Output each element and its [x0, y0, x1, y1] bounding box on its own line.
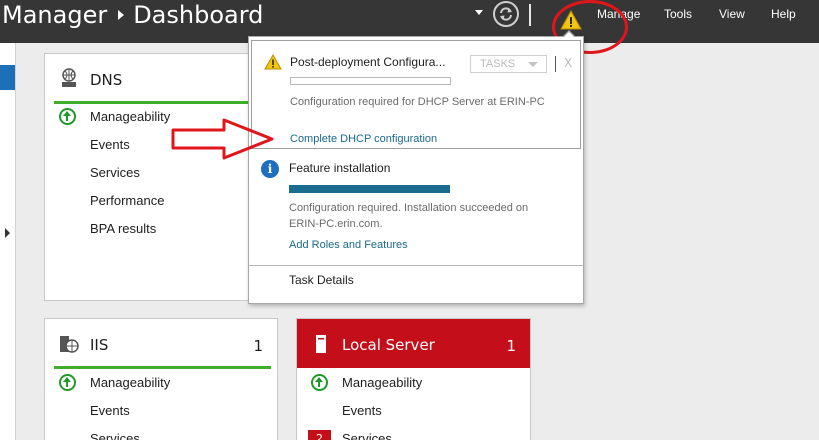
breadcrumb-separator-icon [118, 9, 125, 20]
notifications-popup: Post-deployment Configura... TASKS X Con… [248, 36, 584, 304]
post-deployment-progress [290, 77, 451, 85]
up-arrow-ok-icon [311, 374, 328, 391]
dns-tile-title: DNS [90, 71, 123, 89]
breadcrumb: Manager Dashboard [2, 0, 263, 30]
dns-events[interactable]: Events [90, 136, 130, 154]
tasks-label: TASKS [480, 58, 516, 70]
toolbar-divider [555, 56, 556, 72]
menu-view[interactable]: View [719, 6, 745, 22]
iis-tile-title: IIS [90, 336, 109, 354]
iis-server-icon [60, 336, 79, 353]
server-icon [316, 335, 326, 353]
iis-services[interactable]: Services [90, 430, 140, 440]
refresh-icon[interactable] [493, 1, 519, 27]
up-arrow-ok-icon [59, 108, 76, 125]
iis-events[interactable]: Events [90, 402, 130, 420]
feature-installation-description-2: ERIN-PC.erin.com. [289, 218, 383, 230]
left-nav-strip [0, 43, 16, 440]
add-roles-features-link[interactable]: Add Roles and Features [289, 238, 408, 253]
page-title: Dashboard [133, 1, 264, 29]
dns-tile[interactable]: DNS Manageability Events Services Perfor… [44, 53, 253, 301]
dns-status-bar [54, 101, 253, 104]
popup-pointer-inner [563, 32, 575, 38]
breadcrumb-app[interactable]: Manager [2, 1, 107, 29]
dns-bpa-results[interactable]: BPA results [90, 220, 156, 238]
chevron-down-icon [528, 62, 538, 67]
dns-manageability[interactable]: Manageability [90, 108, 170, 126]
local-server-tile[interactable]: Local Server 1 Manageability Events 2 Se… [296, 318, 531, 440]
complete-dhcp-link[interactable]: Complete DHCP configuration [290, 132, 437, 147]
iis-tile-count: 1 [253, 337, 263, 355]
tasks-dropdown[interactable]: TASKS [470, 55, 547, 73]
local-server-events[interactable]: Events [342, 402, 382, 420]
iis-manageability[interactable]: Manageability [90, 374, 170, 392]
iis-tile[interactable]: IIS 1 Manageability Events Services [44, 318, 278, 440]
feature-installation-description-1: Configuration required. Installation suc… [289, 202, 529, 214]
local-server-manageability[interactable]: Manageability [342, 374, 422, 392]
services-alert-badge: 2 [308, 430, 331, 440]
task-details-link[interactable]: Task Details [289, 273, 354, 288]
local-server-tile-header[interactable]: Local Server 1 [297, 319, 530, 368]
feature-installation-progress [289, 185, 450, 193]
iis-status-bar [54, 366, 271, 369]
post-deployment-title: Post-deployment Configura... [290, 55, 446, 69]
dns-tile-header[interactable]: DNS [45, 54, 251, 103]
local-server-tile-title: Local Server [342, 336, 435, 354]
iis-tile-header[interactable]: IIS 1 [45, 319, 277, 368]
toolbar-divider [529, 4, 531, 26]
warning-triangle-icon [264, 54, 282, 70]
up-arrow-ok-icon [59, 374, 76, 391]
dns-services[interactable]: Services [90, 164, 140, 182]
expand-arrow-icon[interactable] [5, 228, 10, 238]
annotation-arrow-icon [171, 118, 274, 160]
close-icon[interactable]: X [564, 55, 572, 71]
post-deployment-description: Configuration required for DHCP Server a… [290, 96, 545, 108]
menu-tools[interactable]: Tools [664, 6, 692, 22]
dropdown-arrow-icon[interactable] [475, 10, 483, 15]
post-deployment-notification: Post-deployment Configura... TASKS X Con… [251, 40, 581, 149]
left-nav-selected[interactable] [0, 65, 15, 90]
dns-server-icon [62, 68, 76, 87]
dns-performance[interactable]: Performance [90, 192, 164, 210]
popup-divider [249, 265, 583, 266]
local-server-tile-count: 1 [506, 337, 516, 355]
info-icon: i [261, 160, 279, 178]
feature-installation-title: Feature installation [289, 161, 391, 175]
local-server-services[interactable]: Services [342, 430, 392, 440]
menu-help[interactable]: Help [771, 6, 796, 22]
